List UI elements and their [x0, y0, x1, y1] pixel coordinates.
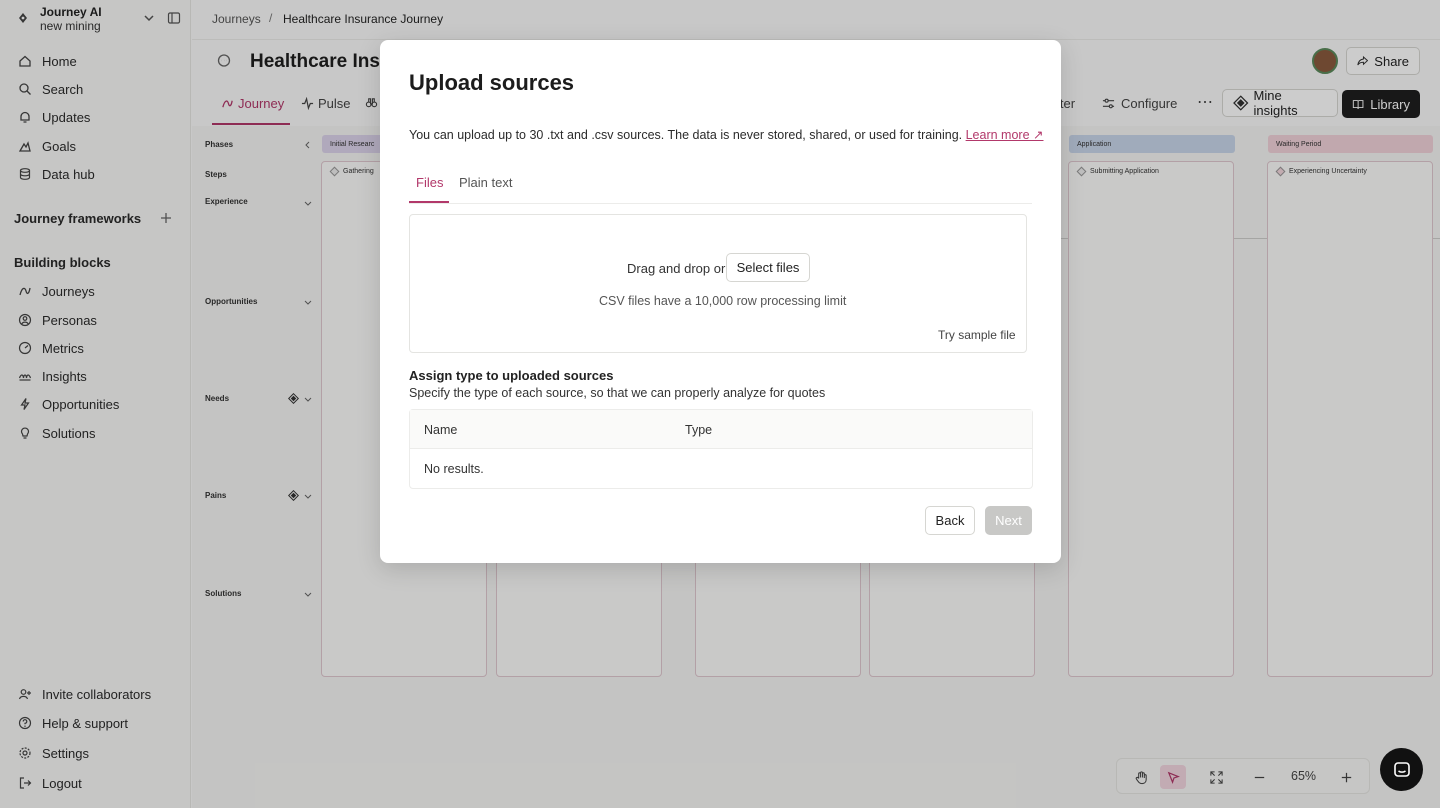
learn-more-link[interactable]: Learn more ↗	[966, 128, 1044, 142]
tab-divider	[409, 203, 1032, 204]
tab-active-indicator	[409, 201, 449, 203]
column-header-type: Type	[685, 423, 713, 437]
table-header: Name Type	[410, 410, 1032, 449]
chat-icon	[1393, 761, 1410, 777]
assign-type-subtitle: Specify the type of each source, so that…	[409, 386, 826, 400]
chat-launcher-button[interactable]	[1380, 748, 1423, 791]
modal-description-text: You can upload up to 30 .txt and .csv so…	[409, 128, 963, 142]
tab-files[interactable]: Files	[416, 175, 443, 190]
column-header-name: Name	[424, 423, 458, 437]
select-files-button[interactable]: Select files	[726, 253, 810, 282]
file-dropzone[interactable]: Drag and drop or Select files CSV files …	[409, 214, 1027, 353]
upload-sources-modal: Upload sources You can upload up to 30 .…	[380, 40, 1061, 563]
modal-description: You can upload up to 30 .txt and .csv so…	[409, 127, 1043, 142]
empty-state: No results.	[424, 462, 484, 476]
back-button[interactable]: Back	[925, 506, 975, 535]
modal-title: Upload sources	[409, 70, 575, 95]
csv-limit-note: CSV files have a 10,000 row processing l…	[599, 294, 847, 308]
next-button[interactable]: Next	[985, 506, 1032, 535]
try-sample-file-link[interactable]: Try sample file	[938, 328, 1016, 342]
dropzone-text: Drag and drop or	[627, 261, 726, 276]
tab-plain-text[interactable]: Plain text	[459, 175, 512, 190]
assign-type-title: Assign type to uploaded sources	[409, 368, 614, 383]
sources-table: Name Type No results.	[409, 409, 1033, 489]
